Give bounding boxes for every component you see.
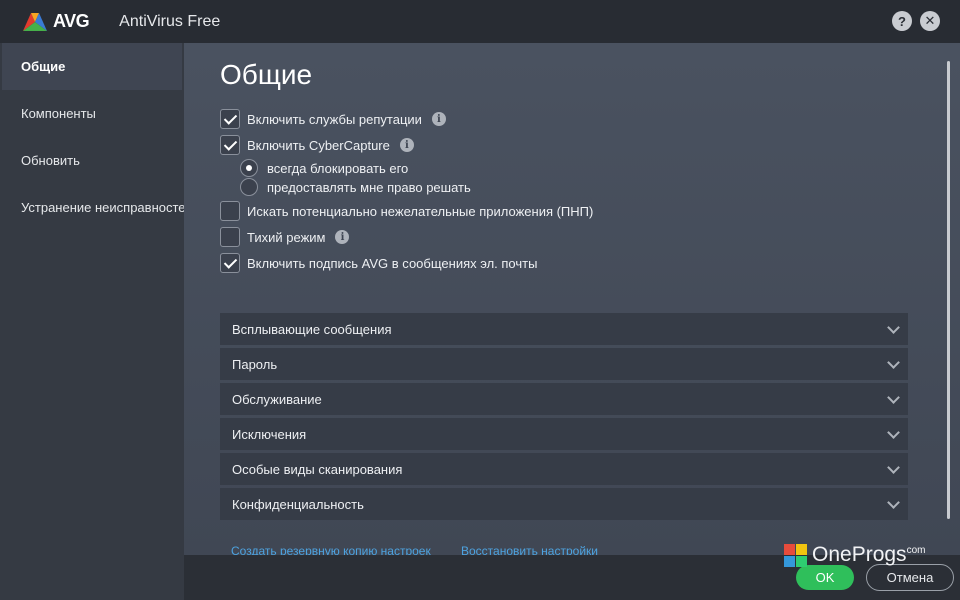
section-password[interactable]: Пароль bbox=[220, 348, 908, 380]
chevron-down-icon bbox=[887, 461, 900, 474]
radio-label: всегда блокировать его bbox=[267, 160, 409, 176]
title-bar: AVG AntiVirus Free ? ✕ bbox=[0, 0, 960, 43]
help-icon: ? bbox=[898, 13, 906, 29]
section-exclusions[interactable]: Исключения bbox=[220, 418, 908, 450]
section-maintenance[interactable]: Обслуживание bbox=[220, 383, 908, 415]
watermark-text: OneProgs bbox=[812, 543, 907, 566]
let-me-decide-radio[interactable] bbox=[240, 178, 258, 196]
cancel-button[interactable]: Отмена bbox=[866, 564, 954, 591]
help-button[interactable]: ? bbox=[892, 11, 912, 31]
option-label: Искать потенциально нежелательные прилож… bbox=[247, 203, 594, 219]
radio-label: предоставлять мне право решать bbox=[267, 179, 471, 195]
silent-mode-option[interactable]: Тихий режим i bbox=[220, 227, 350, 247]
watermark-suffix: com bbox=[906, 545, 926, 556]
option-label: Включить CyberCapture bbox=[247, 137, 390, 153]
avg-logo: AVG bbox=[21, 0, 90, 43]
section-popup-messages[interactable]: Всплывающие сообщения bbox=[220, 313, 908, 345]
sidebar: Общие Компоненты Обновить Устранение неи… bbox=[0, 43, 193, 600]
always-block-radio-option[interactable]: всегда блокировать его bbox=[240, 159, 408, 177]
close-icon: ✕ bbox=[924, 13, 936, 28]
chevron-down-icon bbox=[887, 356, 900, 369]
chevron-down-icon bbox=[887, 391, 900, 404]
pup-detection-option[interactable]: Искать потенциально нежелательные прилож… bbox=[220, 201, 593, 221]
info-icon[interactable]: i bbox=[335, 230, 350, 244]
silent-mode-checkbox[interactable] bbox=[220, 227, 240, 247]
info-icon[interactable]: i bbox=[399, 138, 414, 152]
sidebar-item-troubleshooting[interactable]: Устранение неисправностей bbox=[0, 184, 193, 231]
email-signature-option[interactable]: Включить подпись AVG в сообщениях эл. по… bbox=[220, 253, 537, 273]
chevron-down-icon bbox=[887, 426, 900, 439]
section-label: Обслуживание bbox=[232, 391, 322, 407]
page-title: Общие bbox=[220, 59, 313, 90]
cybercapture-checkbox[interactable] bbox=[220, 135, 240, 155]
section-special-scans[interactable]: Особые виды сканирования bbox=[220, 453, 908, 485]
watermark: OneProgs com bbox=[784, 543, 925, 567]
option-label: Тихий режим bbox=[247, 229, 326, 245]
app-title: AntiVirus Free bbox=[119, 12, 221, 30]
section-label: Особые виды сканирования bbox=[232, 461, 403, 477]
chevron-down-icon bbox=[887, 321, 900, 334]
sidebar-item-general[interactable]: Общие bbox=[2, 43, 182, 90]
email-signature-checkbox[interactable] bbox=[220, 253, 240, 273]
sidebar-item-update[interactable]: Обновить bbox=[0, 137, 184, 184]
watermark-logo-icon bbox=[784, 543, 807, 567]
sidebar-item-components[interactable]: Компоненты bbox=[0, 90, 184, 137]
reputation-services-option[interactable]: Включить службы репутации i bbox=[220, 109, 446, 129]
reputation-services-checkbox[interactable] bbox=[220, 109, 240, 129]
section-label: Пароль bbox=[232, 356, 278, 372]
info-icon[interactable]: i bbox=[431, 112, 446, 126]
main-panel: Общие Включить службы репутации i Включи… bbox=[184, 43, 960, 558]
section-privacy[interactable]: Конфиденциальность bbox=[220, 488, 908, 520]
cybercapture-option[interactable]: Включить CyberCapture i bbox=[220, 135, 414, 155]
brand-text: AVG bbox=[53, 11, 90, 31]
close-button[interactable]: ✕ bbox=[920, 11, 940, 31]
section-label: Всплывающие сообщения bbox=[232, 321, 392, 337]
always-block-radio[interactable] bbox=[240, 159, 258, 177]
chevron-down-icon bbox=[887, 496, 900, 509]
pup-detection-checkbox[interactable] bbox=[220, 201, 240, 221]
option-label: Включить службы репутации bbox=[247, 111, 422, 127]
scrollbar[interactable] bbox=[947, 61, 950, 519]
section-label: Исключения bbox=[232, 426, 307, 442]
section-label: Конфиденциальность bbox=[232, 496, 364, 512]
option-label: Включить подпись AVG в сообщениях эл. по… bbox=[247, 255, 538, 271]
ok-button[interactable]: OK bbox=[796, 565, 854, 590]
avg-logo-icon bbox=[23, 12, 47, 31]
let-me-decide-radio-option[interactable]: предоставлять мне право решать bbox=[240, 178, 471, 196]
